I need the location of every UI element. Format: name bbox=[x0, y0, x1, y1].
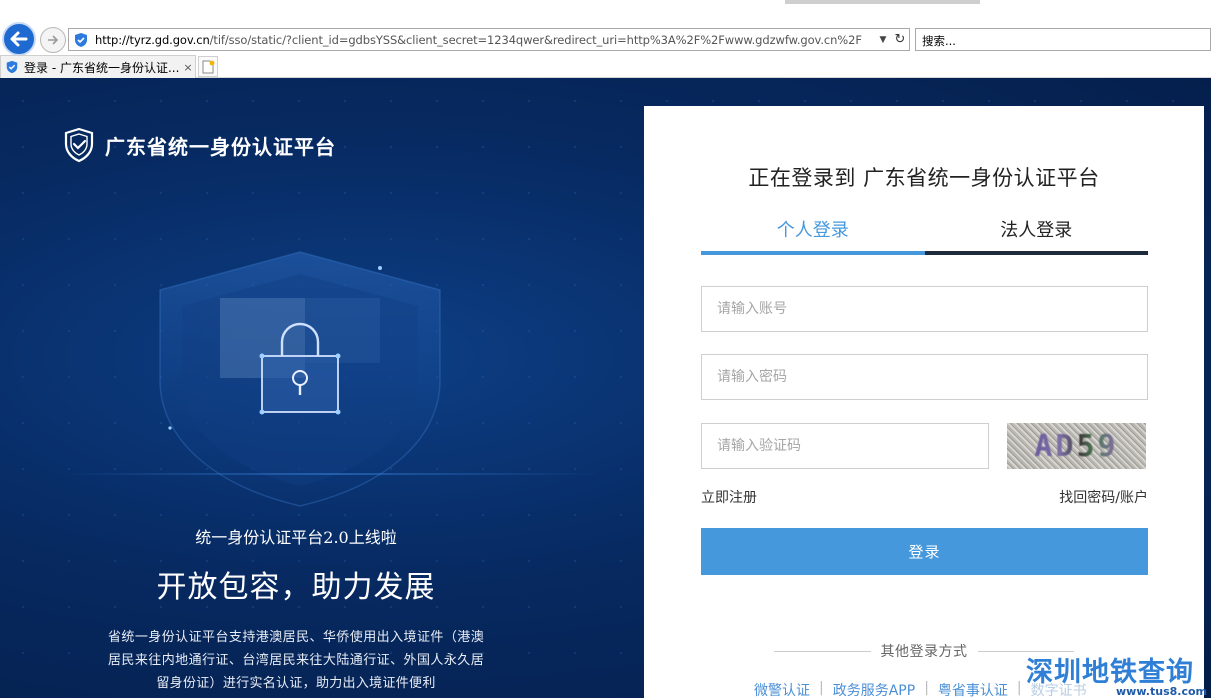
new-tab-icon bbox=[202, 60, 215, 73]
captcha-text: AD59 bbox=[1034, 428, 1119, 464]
shield-logo-icon bbox=[64, 127, 94, 163]
promo-subtitle: 统一身份认证平台2.0上线啦 bbox=[195, 528, 397, 547]
other-login-label: 其他登录方式 bbox=[880, 644, 968, 660]
forward-button[interactable] bbox=[40, 27, 66, 53]
site-shield-icon bbox=[75, 32, 87, 47]
brand-header: 广东省统一身份认证平台 bbox=[63, 127, 336, 163]
captcha-input[interactable] bbox=[701, 423, 989, 469]
tab-corporate-login[interactable]: 法人登录 bbox=[924, 211, 1148, 255]
security-shield-illustration bbox=[159, 251, 441, 507]
arrow-left-icon bbox=[10, 31, 28, 47]
separator: | bbox=[819, 680, 824, 696]
site-watermark: 深圳地铁查询 www.tus8.com bbox=[1026, 650, 1211, 698]
promo-description: 省统一身份认证平台支持港澳居民、华侨使用出入境证件（港澳居民来往内地通行证、台湾… bbox=[108, 630, 484, 691]
arrow-right-icon bbox=[48, 35, 59, 45]
refresh-icon[interactable]: ↻ bbox=[891, 32, 909, 47]
address-bar[interactable]: http://tyrz.gd.gov.cn/tif/sso/static/?cl… bbox=[68, 28, 910, 51]
recover-password-link[interactable]: 找回密码/账户 bbox=[1059, 487, 1148, 507]
login-page: 广东省统一身份认证平台 统一身份认证平台2.0上线啦 开放包容，助力发展 省统一… bbox=[0, 78, 1211, 698]
login-method-police[interactable]: 微警认证 bbox=[754, 680, 810, 698]
login-title: 正在登录到 广东省统一身份认证平台 bbox=[748, 166, 1100, 190]
promo-headline: 开放包容，助力发展 bbox=[156, 570, 436, 605]
tab-personal-login[interactable]: 个人登录 bbox=[701, 211, 925, 255]
search-placeholder: 搜索... bbox=[922, 34, 956, 48]
account-links: 立即注册 找回密码/账户 bbox=[701, 487, 1148, 507]
tab-close-icon[interactable]: × bbox=[181, 61, 195, 74]
divider-line-left bbox=[774, 650, 871, 652]
tab-shield-icon bbox=[6, 60, 18, 74]
login-card: 正在登录到 广东省统一身份认证平台 个人登录 法人登录 AD59 立即注册 找回… bbox=[644, 106, 1204, 698]
watermark-url: www.tus8.com bbox=[1116, 685, 1207, 698]
search-box[interactable]: 搜索... bbox=[915, 28, 1211, 51]
account-input[interactable] bbox=[701, 286, 1148, 332]
tab-bar: 登录 - 广东省统一身份认证... × bbox=[0, 55, 1211, 78]
login-method-yueshengshi[interactable]: 粤省事认证 bbox=[938, 680, 1008, 698]
password-input[interactable] bbox=[701, 354, 1148, 400]
window-titlebar-strip bbox=[785, 0, 980, 4]
new-tab-button[interactable] bbox=[198, 56, 218, 77]
back-button[interactable] bbox=[2, 22, 36, 56]
watermark-name: 深圳地铁查询 bbox=[1026, 657, 1194, 688]
tab-title: 登录 - 广东省统一身份认证... bbox=[24, 60, 180, 75]
url-path: /tif/sso/static/?client_id=gdbsYSS&clien… bbox=[209, 32, 862, 47]
register-link[interactable]: 立即注册 bbox=[701, 487, 757, 507]
separator: | bbox=[1016, 680, 1022, 696]
decorative-glow-line bbox=[60, 473, 600, 475]
address-url[interactable]: http://tyrz.gd.gov.cn/tif/sso/static/?cl… bbox=[95, 33, 875, 47]
browser-tab-login[interactable]: 登录 - 广东省统一身份认证... × bbox=[0, 55, 196, 78]
separator: | bbox=[924, 680, 929, 696]
login-method-gov-app[interactable]: 政务服务APP bbox=[833, 680, 915, 698]
login-type-tabs: 个人登录 法人登录 bbox=[701, 211, 1148, 255]
browser-chrome: http://tyrz.gd.gov.cn/tif/sso/static/?cl… bbox=[0, 0, 1211, 78]
address-dropdown-icon[interactable]: ▼ bbox=[875, 35, 891, 45]
captcha-image[interactable]: AD59 bbox=[1007, 423, 1146, 469]
login-button[interactable]: 登录 bbox=[701, 528, 1148, 575]
url-domain: http://tyrz.gd.gov.cn bbox=[95, 32, 210, 47]
brand-name: 广东省统一身份认证平台 bbox=[105, 134, 336, 159]
